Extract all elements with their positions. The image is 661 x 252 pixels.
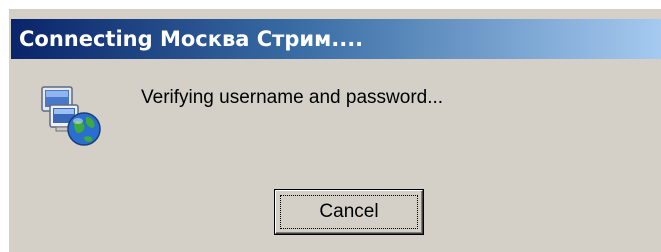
title-bar[interactable]: Connecting Москва Стрим.... bbox=[11, 19, 661, 59]
cancel-button-label: Cancel bbox=[319, 201, 379, 222]
connection-dialog: Connecting Москва Стрим.... Verifying us… bbox=[8, 8, 661, 252]
cancel-button[interactable]: Cancel bbox=[274, 189, 424, 235]
network-connection-globe-icon bbox=[34, 79, 110, 149]
status-message: Verifying username and password... bbox=[141, 87, 444, 108]
window-title: Connecting Москва Стрим.... bbox=[19, 27, 364, 51]
